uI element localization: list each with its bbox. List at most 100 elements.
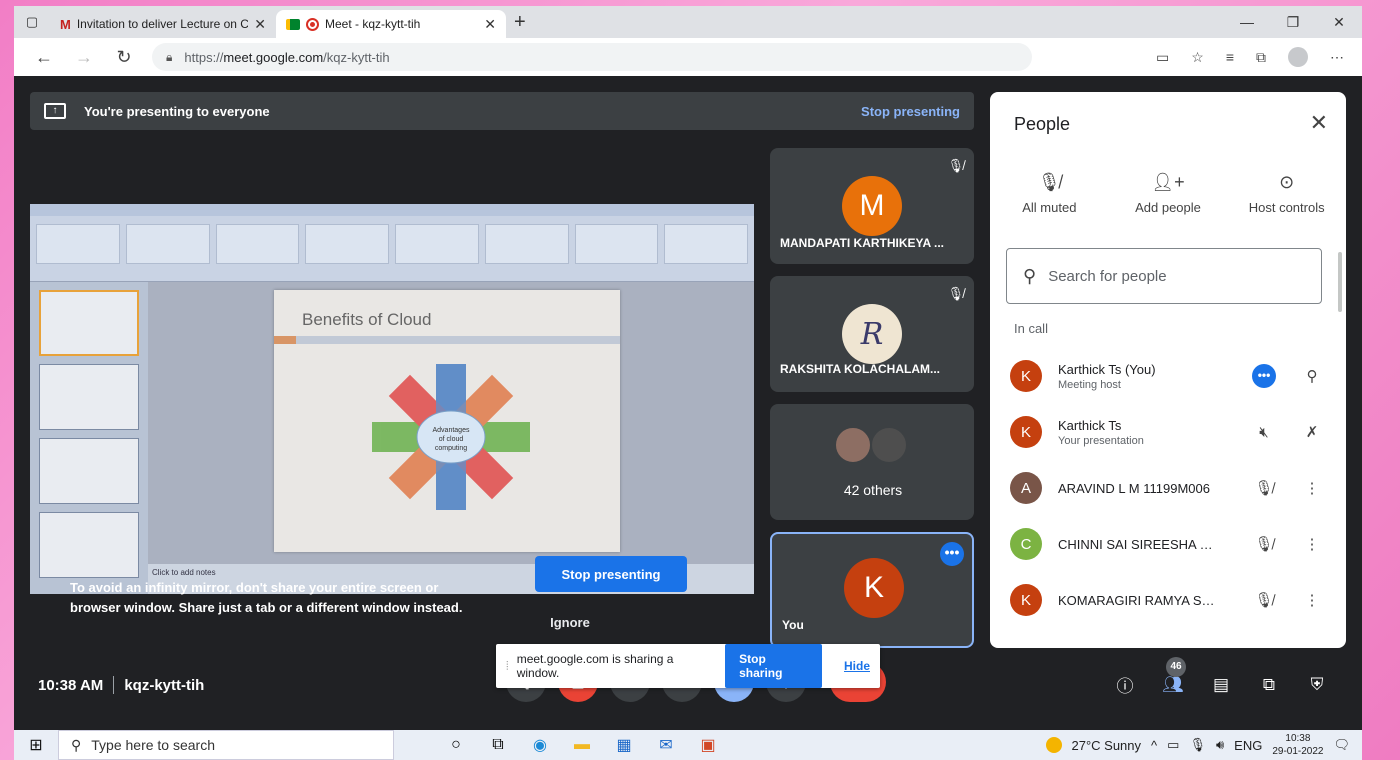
stop-presenting-link[interactable]: Stop presenting [861, 104, 960, 119]
presenting-text: You're presenting to everyone [84, 103, 270, 119]
people-actions: 🎙︎̸ All muted 👤︎+ Add people ⊙ Host cont… [990, 172, 1346, 215]
participant-tile[interactable]: 🎙︎̸ M MANDAPATI KARTHIKEYA ... [770, 148, 974, 264]
close-tab-icon[interactable]: ✕ [484, 16, 496, 33]
search-box[interactable]: ⚲ [1006, 248, 1322, 304]
more-menu-icon[interactable]: ⋯ [1330, 49, 1344, 66]
list-item[interactable]: K KOMARAGIRI RAMYA SRI ... 🎙︎̸ ⋮ [990, 572, 1346, 628]
list-item[interactable]: C CHINNI SAI SIREESHA 1119... 🎙︎̸ ⋮ [990, 516, 1346, 572]
pin-icon[interactable]: ⚲ [1300, 367, 1324, 385]
volume-icon[interactable]: 🔊︎ [1216, 737, 1224, 753]
windows-taskbar: ⊞ ⚲ Type here to search ○ ⧉ ◉ ▬ ▦ ✉ ▣ 27… [14, 730, 1362, 760]
more-vert-icon[interactable]: ⋮ [1300, 535, 1324, 553]
edge-icon[interactable]: ◉ [528, 735, 552, 755]
stop-sharing-button[interactable]: Stop sharing [725, 644, 822, 688]
mail-icon[interactable]: ✉ [654, 735, 678, 755]
camera-icon[interactable]: ▭ [1156, 49, 1169, 66]
tab-gmail[interactable]: M Invitation to deliver Lecture on C ✕ [50, 10, 276, 38]
tab-meet[interactable]: Meet - kqz-kytt-tih ✕ [276, 10, 506, 38]
avatar: K [844, 558, 904, 618]
list-item[interactable]: K Karthick Ts Your presentation 🔇︎ ✗ [990, 404, 1346, 460]
windows-start-icon[interactable]: ⊞ [14, 735, 58, 755]
notifications-icon[interactable]: 🗨︎ [1333, 737, 1350, 753]
list-item[interactable]: A ARAVIND L M 11199M006 🎙︎̸ ⋮ [990, 460, 1346, 516]
all-muted-button[interactable]: 🎙︎̸ All muted [990, 172, 1109, 215]
slide-thumbnail [39, 290, 139, 356]
close-window-icon[interactable]: ✕ [1316, 14, 1362, 31]
mic-tray-icon[interactable]: 🎙︎ [1189, 737, 1206, 753]
back-icon[interactable]: ← [24, 47, 64, 68]
mic-off-icon: 🎙︎̸ [1254, 480, 1274, 497]
collections-icon[interactable]: ⧉ [1256, 49, 1266, 66]
avatar: C [1010, 528, 1042, 560]
slide-title-bar [274, 336, 620, 344]
sharing-text: meet.google.com is sharing a window. [516, 652, 674, 680]
profile-avatar[interactable] [1288, 47, 1308, 67]
others-tile[interactable]: 42 others [770, 404, 974, 520]
self-tile[interactable]: ••• K You [770, 532, 974, 648]
file-explorer-icon[interactable]: ▬ [570, 736, 594, 754]
ignore-button[interactable]: Ignore [535, 610, 605, 634]
task-view-icon[interactable]: ⧉ [486, 736, 510, 754]
store-icon[interactable]: ▦ [612, 735, 636, 755]
slide-thumbnail [39, 438, 139, 504]
participant-name: MANDAPATI KARTHIKEYA ... [780, 236, 945, 250]
more-options-icon[interactable]: ••• [940, 542, 964, 566]
close-icon[interactable]: ✕ [1310, 110, 1328, 136]
favorite-icon[interactable]: ☆ [1191, 49, 1204, 66]
taskbar-search[interactable]: ⚲ Type here to search [58, 730, 394, 760]
action-label: Host controls [1248, 200, 1325, 215]
recording-icon [306, 17, 319, 31]
stop-presenting-button[interactable]: Stop presenting [535, 556, 687, 592]
slide-thumbnail [39, 512, 139, 578]
participant-name: You [782, 618, 804, 632]
hide-link[interactable]: Hide [844, 659, 870, 673]
close-tab-icon[interactable]: ✕ [254, 16, 266, 33]
svg-text:Advantages: Advantages [433, 427, 470, 434]
url-field[interactable]: 🔒︎ https://meet.google.com/kqz-kytt-tih [152, 43, 1032, 71]
more-options-icon[interactable]: ••• [1252, 364, 1276, 388]
tab-actions-icon[interactable]: ▢ [14, 14, 50, 30]
participant-tile[interactable]: 🎙︎̸ R RAKSHITA KOLACHALAM... [770, 276, 974, 392]
taskbar-clock[interactable]: 10:38 29-01-2022 [1272, 732, 1323, 758]
info-icon[interactable]: ⓘ [1114, 672, 1136, 697]
search-input[interactable] [1048, 267, 1305, 285]
scrollbar[interactable] [1338, 252, 1342, 312]
language-indicator[interactable]: ENG [1234, 738, 1262, 753]
divider [113, 676, 115, 694]
reload-icon[interactable]: ↻ [104, 47, 144, 68]
participant-count-badge: 46 [1166, 656, 1186, 677]
host-controls-button[interactable]: ⊙ Host controls [1227, 172, 1346, 215]
shared-screen: Benefits of Cloud Advantages of cloud co… [30, 204, 754, 594]
activities-icon[interactable]: ⧉ [1258, 675, 1280, 695]
sharing-notice: ⦙ meet.google.com is sharing a window. S… [496, 644, 880, 688]
forward-icon[interactable]: → [64, 47, 104, 68]
people-icon[interactable]: 46 👥︎ [1162, 656, 1186, 695]
taskbar-search-placeholder: Type here to search [91, 737, 216, 753]
host-controls-icon[interactable]: ⛨ [1306, 675, 1328, 695]
url-host: meet.google.com [223, 49, 324, 65]
unpin-icon[interactable]: ✗ [1300, 423, 1324, 441]
participant-role: Meeting host [1058, 378, 1121, 391]
participant-role: Your presentation [1058, 434, 1144, 447]
more-vert-icon[interactable]: ⋮ [1300, 591, 1324, 609]
tray-expand-icon[interactable]: ^ [1151, 738, 1157, 753]
powerpoint-icon[interactable]: ▣ [696, 735, 720, 755]
restore-icon[interactable]: ❐ [1270, 14, 1316, 31]
cortana-icon[interactable]: ○ [444, 736, 468, 754]
drag-handle-icon[interactable]: ⦙ [506, 659, 509, 674]
list-item[interactable]: K Karthick Ts (You) Meeting host ••• ⚲ [990, 348, 1346, 404]
volume-off-icon: 🔇︎ [1259, 423, 1269, 441]
favorites-list-icon[interactable]: ≡ [1226, 49, 1234, 65]
minimize-icon[interactable]: — [1224, 14, 1270, 31]
meeting-info: 10:38 AM kqz-kytt-tih [38, 676, 204, 694]
mic-off-icon: 🎙︎̸ [1254, 592, 1274, 609]
network-icon[interactable]: ▭ [1167, 737, 1179, 753]
chat-icon[interactable]: ▤ [1210, 675, 1232, 695]
new-tab-icon[interactable]: + [514, 11, 526, 34]
gmail-icon: M [60, 16, 71, 32]
lock-icon[interactable]: 🔒︎ [166, 50, 172, 65]
more-vert-icon[interactable]: ⋮ [1300, 479, 1324, 497]
weather-text[interactable]: 27°C Sunny [1072, 738, 1142, 753]
add-people-button[interactable]: 👤︎+ Add people [1109, 172, 1228, 215]
avatar [834, 426, 872, 464]
